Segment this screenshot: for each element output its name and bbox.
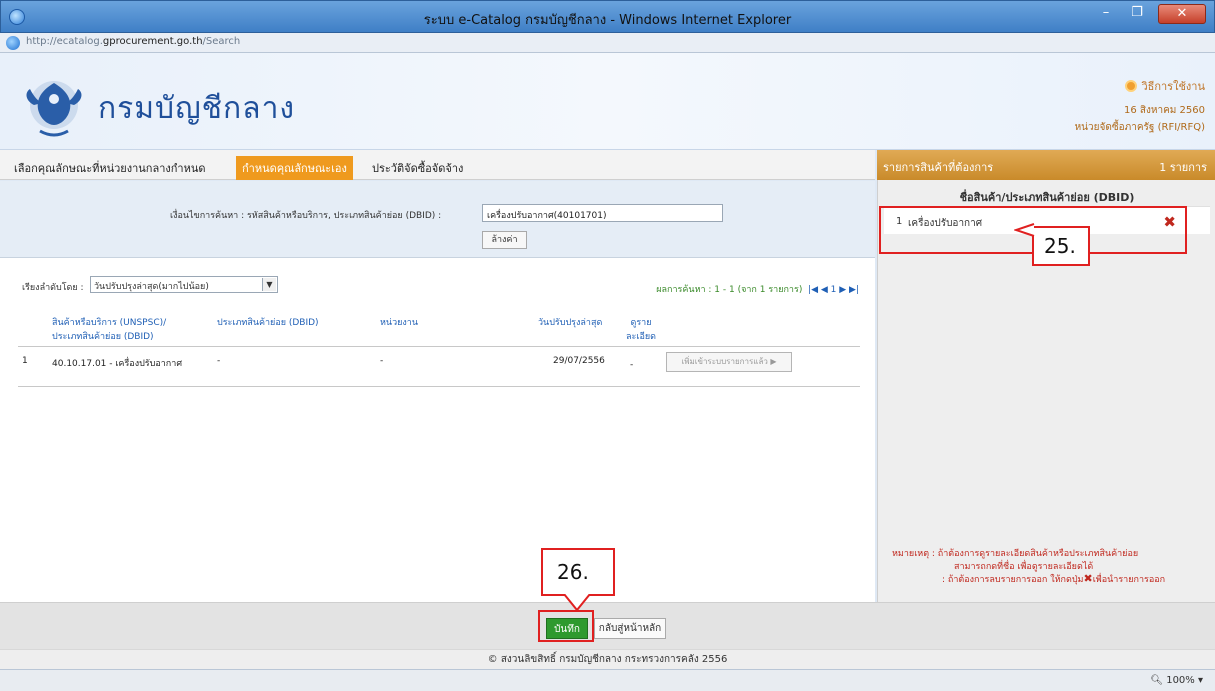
zoom-level[interactable]: 🔍︎ 100% ▾	[1150, 675, 1203, 686]
header-info: วิธีการใช้งาน 16 สิงหาคม 2560 หน่วยจัดซื…	[1075, 77, 1205, 135]
callout-pointer-25	[1014, 223, 1035, 237]
close-button[interactable]: ✕	[1158, 4, 1206, 24]
address-url[interactable]: http://ecatalog.gprocurement.go.th/Searc…	[26, 36, 240, 47]
url-domain: gprocurement.go.th	[102, 36, 203, 47]
back-home-button[interactable]: กลับสู่หน้าหลัก	[594, 618, 666, 639]
tab-bar: เลือกคุณลักษณะที่หน่วยงานกลางกำหนด กำหนด…	[0, 150, 875, 180]
delete-hint-icon: ✖	[1083, 572, 1093, 585]
added-to-cart-button[interactable]: เพิ่มเข้าระบบรายการแล้ว ▶	[666, 352, 792, 372]
search-panel: เงื่อนไขการค้นหา : รหัสสินค้าหรือบริการ,…	[0, 181, 875, 258]
cart-title: รายการสินค้าที่ต้องการ	[883, 161, 994, 174]
agency-name: หน่วยจัดซื้อภาครัฐ (RFI/RFQ)	[1074, 122, 1205, 133]
cart-header: รายการสินค้าที่ต้องการ 1 รายการ	[877, 150, 1215, 180]
status-bar: 🔍︎ 100% ▾	[0, 669, 1215, 691]
col-header-detail: ดูราย ละเอียด	[626, 318, 656, 342]
cart-note-line3: : ถ้าต้องการลบรายการออก ให้กดปุ่ม✖เพื่อน…	[942, 572, 1165, 586]
callout-box-26	[538, 610, 594, 642]
help-link[interactable]: วิธีการใช้งาน	[1075, 77, 1205, 95]
minimize-button[interactable]: –	[1093, 4, 1119, 24]
url-prefix: http://ecatalog.	[26, 36, 103, 47]
zoom-value: 100%	[1166, 675, 1195, 686]
search-input[interactable]: เครื่องปรับอากาศ(40101701)	[482, 204, 723, 222]
address-bar[interactable]: http://ecatalog.gprocurement.go.th/Searc…	[0, 33, 1215, 53]
action-bar: บันทึก กลับสู่หน้าหลัก	[0, 602, 1215, 649]
tab-procurement-history[interactable]: ประวัติจัดซื้อจัดจ้าง	[366, 156, 469, 180]
result-count: ผลการค้นหา : 1 - 1 (จาก 1 รายการ) |◀ ◀ 1…	[656, 282, 859, 296]
footer-copyright: © สงวนลิขสิทธิ์ กรมบัญชีกลาง กระทรวงการค…	[0, 649, 1215, 669]
sort-value: วันปรับปรุงล่าสุด(มากไปน้อย)	[94, 282, 209, 292]
zoom-icon: 🔍︎	[1150, 675, 1164, 686]
row-divider	[18, 386, 860, 387]
cart-note-line1: หมายเหตุ : ถ้าต้องการดูรายละเอียดสินค้าห…	[892, 549, 1139, 559]
callout-label-25: 25.	[1032, 226, 1090, 266]
ie-icon	[6, 36, 20, 50]
sort-label: เรียงลำดับโดย :	[22, 283, 84, 293]
window-title: ระบบ e-Catalog กรมบัญชีกลาง - Windows In…	[423, 13, 792, 28]
current-date: 16 สิงหาคม 2560	[1123, 105, 1205, 116]
maximize-button[interactable]: ❐	[1124, 4, 1150, 24]
help-label: วิธีการใช้งาน	[1141, 80, 1205, 93]
logo-text[interactable]: กรมบัญชีกลาง	[98, 85, 295, 132]
pagination[interactable]: |◀ ◀ 1 ▶ ▶|	[808, 285, 859, 295]
callout-label-26: 26.	[541, 548, 615, 596]
col-header-item: สินค้าหรือบริการ (UNSPSC)/ ประเภทสินค้าย…	[52, 318, 167, 342]
result-count-text: ผลการค้นหา : 1 - 1 (จาก 1 รายการ)	[656, 285, 803, 295]
window-titlebar: ระบบ e-Catalog กรมบัญชีกลาง - Windows In…	[0, 0, 1215, 33]
col-header-subtype: ประเภทสินค้าย่อย (DBID)	[217, 318, 319, 328]
site-header: กรมบัญชีกลาง วิธีการใช้งาน 16 สิงหาคม 25…	[0, 53, 1215, 150]
tab-standard-spec[interactable]: เลือกคุณลักษณะที่หน่วยงานกลางกำหนด	[8, 156, 212, 180]
row-agency: -	[380, 356, 384, 366]
cart-count: 1 รายการ	[1159, 161, 1207, 174]
results-panel: เรียงลำดับโดย : วันปรับปรุงล่าสุด(มากไปน…	[0, 258, 875, 602]
search-label: เงื่อนไขการค้นหา : รหัสสินค้าหรือบริการ,…	[170, 211, 442, 221]
row-number: 1	[22, 356, 28, 366]
garuda-emblem-icon	[26, 81, 82, 137]
row-subtype: -	[217, 356, 221, 366]
sort-select[interactable]: วันปรับปรุงล่าสุด(มากไปน้อย) ▼	[90, 276, 278, 293]
help-icon	[1125, 80, 1138, 92]
url-suffix: /Search	[202, 36, 241, 47]
cart-note-line3a: : ถ้าต้องการลบรายการออก ให้กดปุ่ม	[942, 575, 1084, 585]
row-detail[interactable]: -	[630, 360, 633, 370]
cart-column-header: ชื่อสินค้า/ประเภทสินค้าย่อย (DBID)	[959, 191, 1135, 204]
row-updated: 29/07/2556	[553, 356, 605, 366]
col-header-agency: หน่วยงาน	[380, 318, 419, 328]
tab-custom-spec[interactable]: กำหนดคุณลักษณะเอง	[236, 156, 353, 180]
col-header-updated: วันปรับปรุงล่าสุด	[538, 318, 603, 328]
row-item[interactable]: 40.10.17.01 - เครื่องปรับอากาศ	[52, 356, 182, 370]
cart-note-line2: สามารถกดที่ชื่อ เพื่อดูรายละเอียดได้	[954, 562, 1094, 572]
header-divider	[18, 346, 860, 347]
cart-note-line3b: เพื่อนำรายการออก	[1092, 575, 1166, 585]
chevron-down-icon[interactable]: ▼	[262, 278, 276, 291]
clear-button[interactable]: ล้างค่า	[482, 231, 527, 249]
